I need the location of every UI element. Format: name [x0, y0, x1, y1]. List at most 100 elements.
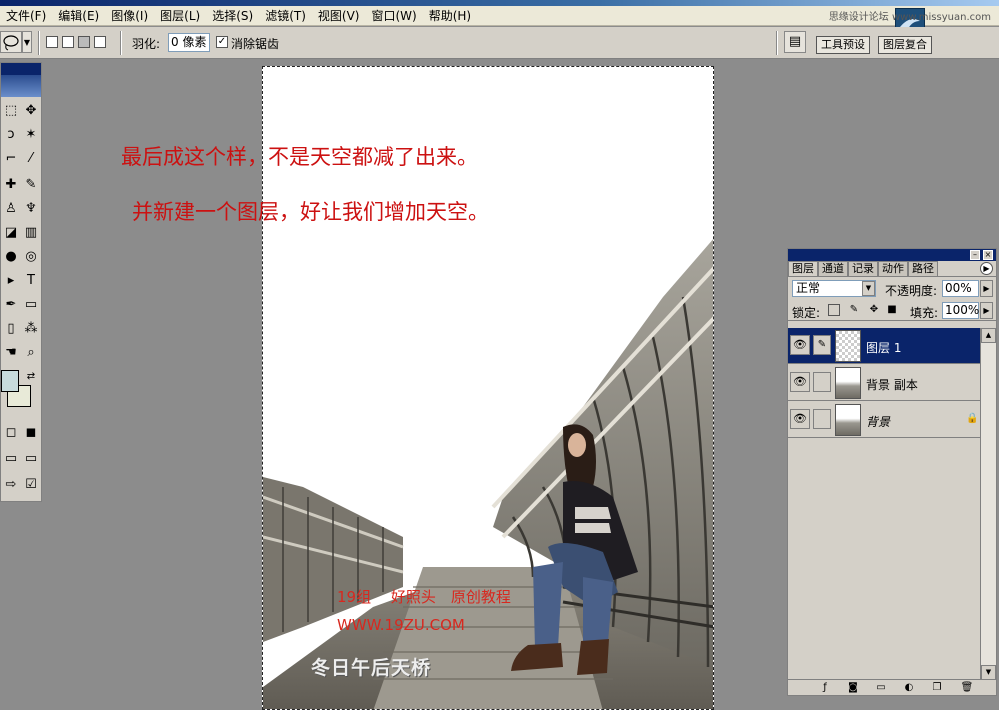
stamp-tool-icon[interactable]: ♙ — [1, 199, 21, 219]
photo-credit-line: 19组 好照头 原创教程 — [337, 588, 511, 606]
lock-transparency-icon[interactable] — [828, 304, 840, 316]
tab-tool-presets[interactable]: 工具预设 — [816, 36, 870, 54]
separator — [38, 31, 40, 55]
new-layer-icon[interactable]: ❐ — [930, 681, 944, 694]
layers-panel-titlebar[interactable]: – × — [788, 249, 996, 261]
separator — [776, 31, 778, 55]
palette-well-icon[interactable]: ▤ — [784, 31, 806, 53]
eye-icon[interactable]: 👁 — [790, 409, 810, 429]
adjustment-layer-icon[interactable]: ◐ — [902, 681, 916, 694]
move-tool-icon[interactable]: ✥ — [21, 101, 41, 121]
layers-list: 👁 ✎ 图层 1 👁 背景 副本 👁 背景 🔒 — [788, 328, 980, 680]
chevron-down-icon[interactable]: ▼ — [862, 281, 875, 296]
menu-layer[interactable]: 图层(L) — [154, 6, 206, 26]
eye-icon[interactable]: 👁 — [790, 335, 810, 355]
layers-scrollbar[interactable]: ▲ ▼ — [980, 328, 996, 680]
layer-name: 背景 副本 — [866, 378, 918, 392]
tab-layer-comps[interactable]: 图层复合 — [878, 36, 932, 54]
lock-all-icon[interactable]: ■ — [886, 304, 898, 316]
fullscreen-mode-icon[interactable]: ▭ — [21, 449, 41, 469]
new-selection-icon[interactable] — [46, 36, 58, 48]
foreground-color-swatch[interactable] — [1, 370, 19, 392]
close-icon[interactable]: × — [983, 250, 993, 260]
layer-row-1[interactable]: 👁 ✎ 图层 1 — [788, 328, 980, 364]
blur-tool-icon[interactable]: ● — [1, 247, 21, 267]
eraser-tool-icon[interactable]: ◪ — [1, 223, 21, 243]
magic-wand-tool-icon[interactable]: ✶ — [21, 125, 41, 145]
tab-history[interactable]: 记录 — [848, 261, 878, 276]
screen-mode-icon[interactable]: ▭ — [1, 449, 21, 469]
antialias-checkbox[interactable]: ✓ — [216, 36, 228, 48]
toolbox-logo — [1, 75, 41, 97]
layer-thumbnail — [835, 330, 861, 362]
scroll-up-icon[interactable]: ▲ — [981, 328, 996, 343]
shape-tool-icon[interactable]: ▭ — [21, 295, 41, 315]
intersect-selection-icon[interactable] — [94, 36, 106, 48]
fill-slider-arrow-icon[interactable]: ▶ — [980, 302, 993, 319]
zoom-tool-icon[interactable]: ⌕ — [21, 343, 41, 363]
brush-tool-icon[interactable]: ✎ — [21, 175, 41, 195]
eyedropper-tool-icon[interactable]: ⁂ — [21, 319, 41, 339]
subtract-selection-icon[interactable] — [78, 36, 90, 48]
path-select-tool-icon[interactable]: ▸ — [1, 271, 21, 291]
layer-name: 图层 1 — [866, 341, 902, 355]
link-box-icon[interactable] — [813, 409, 831, 429]
watermark-text: 思缘设计论坛 www.missyuan.com — [828, 12, 991, 23]
pen-tool-icon[interactable]: ✒ — [1, 295, 21, 315]
brush-link-icon[interactable]: ✎ — [813, 335, 831, 355]
menu-filter[interactable]: 滤镜(T) — [259, 6, 312, 26]
tab-actions[interactable]: 动作 — [878, 261, 908, 276]
notes-tool-icon[interactable]: ▯ — [1, 319, 21, 339]
trash-icon[interactable]: 🗑 — [960, 681, 974, 694]
quickmask-mode-icon[interactable]: ◼ — [21, 423, 41, 443]
lasso-tool-icon[interactable]: ↄ — [1, 125, 21, 145]
swap-colors-icon[interactable]: ⇄ — [21, 367, 41, 387]
menu-select[interactable]: 选择(S) — [206, 6, 259, 26]
menu-view[interactable]: 视图(V) — [312, 6, 366, 26]
menu-help[interactable]: 帮助(H) — [423, 6, 477, 26]
type-tool-icon[interactable]: T — [21, 271, 41, 291]
lasso-preset-icon[interactable] — [0, 31, 22, 53]
new-group-icon[interactable]: ▭ — [874, 681, 888, 694]
menu-edit[interactable]: 编辑(E) — [52, 6, 105, 26]
link-box-icon[interactable] — [813, 372, 831, 392]
menu-image[interactable]: 图像(I) — [105, 6, 154, 26]
crop-tool-icon[interactable]: ⌐ — [1, 149, 21, 169]
hand-tool-icon[interactable]: ☚ — [1, 343, 21, 363]
options-bar: ▼ 羽化: 0 像素 ✓ 消除锯齿 ▤ 工具预设 图层复合 — [0, 27, 999, 59]
minimize-icon[interactable]: – — [970, 250, 980, 260]
add-selection-icon[interactable] — [62, 36, 74, 48]
scroll-down-icon[interactable]: ▼ — [981, 665, 996, 680]
tab-paths[interactable]: 路径 — [908, 261, 938, 276]
preset-dropdown-icon[interactable]: ▼ — [22, 31, 32, 53]
menu-window[interactable]: 窗口(W) — [365, 6, 422, 26]
layer-row-background-copy[interactable]: 👁 背景 副本 — [788, 365, 980, 401]
menu-file[interactable]: 文件(F) — [0, 6, 52, 26]
jump-to-imageready-icon[interactable]: ⇨ — [1, 475, 21, 495]
tutorial-caption-1: 最后成这个样，不是天空都减了出来。 — [121, 145, 478, 169]
feather-input[interactable]: 0 像素 — [168, 33, 210, 52]
eye-icon[interactable]: 👁 — [790, 372, 810, 392]
panel-menu-icon[interactable]: ▶ — [980, 262, 993, 275]
healing-brush-tool-icon[interactable]: ✚ — [1, 175, 21, 195]
fill-input[interactable]: 100% — [942, 302, 979, 319]
lock-pixels-icon[interactable]: ✎ — [848, 304, 860, 316]
history-brush-tool-icon[interactable]: ♆ — [21, 199, 41, 219]
layers-panel-footer: ƒ ◙ ▭ ◐ ❐ 🗑 — [788, 679, 996, 695]
marquee-tool-icon[interactable]: ⬚ — [1, 101, 21, 121]
opacity-slider-arrow-icon[interactable]: ▶ — [980, 280, 993, 297]
tab-channels[interactable]: 通道 — [818, 261, 848, 276]
lock-icon: 🔒 — [966, 413, 979, 424]
imageready-icon[interactable]: ☑ — [21, 475, 41, 495]
dodge-tool-icon[interactable]: ◎ — [21, 247, 41, 267]
opacity-input[interactable]: 00% — [942, 280, 979, 297]
layer-row-background[interactable]: 👁 背景 🔒 — [788, 402, 980, 438]
blend-row: 正常 ▼ 不透明度: 00% ▶ — [788, 277, 996, 299]
tab-layers[interactable]: 图层 — [788, 261, 818, 276]
add-mask-icon[interactable]: ◙ — [846, 681, 860, 694]
gradient-tool-icon[interactable]: ▥ — [21, 223, 41, 243]
standard-mode-icon[interactable]: ◻ — [1, 423, 21, 443]
slice-tool-icon[interactable]: ⁄ — [21, 149, 41, 169]
layer-style-icon[interactable]: ƒ — [818, 681, 832, 694]
lock-position-icon[interactable]: ✥ — [868, 304, 880, 316]
